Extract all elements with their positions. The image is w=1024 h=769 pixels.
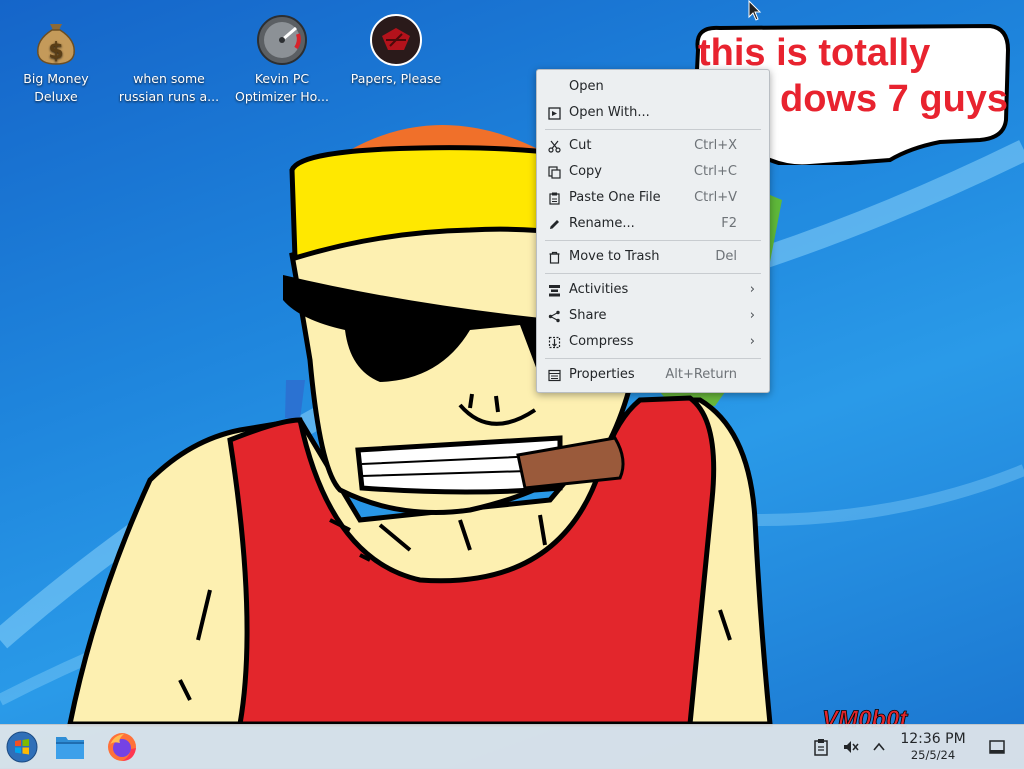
folder-icon[interactable] — [54, 731, 86, 763]
menu-item-cut[interactable]: Cut Ctrl+X — [537, 133, 769, 159]
menu-separator — [545, 273, 761, 274]
menu-item-compress[interactable]: Compress › — [537, 329, 769, 355]
menu-item-share[interactable]: Share › — [537, 303, 769, 329]
clipboard-icon[interactable] — [812, 738, 830, 756]
desktop-icon-label: Papers, Please — [350, 71, 442, 86]
desktop-icon-label: when some russian runs a... — [118, 71, 220, 104]
chevron-right-icon: › — [749, 282, 755, 297]
menu-item-shortcut: F2 — [721, 216, 737, 231]
chevron-right-icon: › — [749, 308, 755, 323]
paste-icon — [549, 192, 560, 205]
menu-item-label: Cut — [569, 138, 592, 153]
pencil-icon — [550, 220, 559, 229]
menu-item-copy[interactable]: Copy Ctrl+C — [537, 159, 769, 185]
menu-item-label: Properties — [569, 367, 635, 382]
desktop-icon-russian-file[interactable]: when some russian runs a... — [114, 6, 224, 106]
blank-file-icon — [143, 14, 195, 66]
scissors-icon — [548, 140, 561, 153]
mouse-cursor-icon — [748, 0, 762, 21]
menu-item-activities[interactable]: Activities › — [537, 277, 769, 303]
open-with-icon — [548, 107, 561, 120]
menu-item-shortcut: Ctrl+C — [693, 164, 737, 179]
menu-separator — [545, 358, 761, 359]
chevron-right-icon: › — [749, 334, 755, 349]
menu-item-label: Activities — [569, 282, 629, 297]
show-desktop-icon[interactable] — [988, 738, 1006, 756]
trash-icon — [549, 251, 560, 264]
papers-please-emblem-icon — [370, 14, 422, 66]
desktop-icon-label: Big Money Deluxe — [23, 71, 89, 104]
desktop-icon-kevin-optimizer[interactable]: Kevin PC Optimizer Ho... — [227, 6, 337, 106]
menu-item-label: Open — [569, 79, 604, 94]
chevron-up-icon[interactable] — [870, 738, 888, 756]
compress-icon — [548, 336, 561, 349]
properties-icon — [548, 369, 561, 382]
menu-item-shortcut: Alt+Return — [665, 367, 737, 382]
menu-separator — [545, 240, 761, 241]
menu-item-label: Open With... — [569, 105, 650, 120]
activities-icon — [549, 285, 560, 297]
menu-item-properties[interactable]: Properties Alt+Return — [537, 362, 769, 388]
menu-item-label: Rename... — [569, 216, 635, 231]
menu-item-open-with[interactable]: Open With... — [537, 100, 769, 126]
menu-item-rename[interactable]: Rename... F2 — [537, 211, 769, 237]
volume-muted-icon[interactable] — [842, 738, 860, 756]
windows-orb-icon[interactable] — [6, 731, 38, 763]
clock-date[interactable]: 25/5/24 — [893, 748, 973, 762]
menu-item-label: Paste One File — [569, 190, 661, 205]
menu-item-label: Move to Trash — [569, 249, 660, 264]
context-menu: Open Open With... Cut Ctrl+X Copy Ctrl+C… — [536, 69, 770, 393]
clock-time[interactable]: 12:36 PM — [893, 731, 973, 747]
menu-item-label: Compress — [569, 334, 634, 349]
menu-item-paste[interactable]: Paste One File Ctrl+V — [537, 185, 769, 211]
taskbar — [0, 724, 1024, 769]
share-icon — [548, 310, 560, 323]
desktop-icon-big-money[interactable]: $ Big Money Deluxe — [1, 6, 111, 106]
menu-item-shortcut: Del — [715, 249, 737, 264]
speedometer-icon — [257, 15, 307, 65]
svg-text:$: $ — [48, 39, 63, 64]
menu-item-move-to-trash[interactable]: Move to Trash Del — [537, 244, 769, 270]
desktop-icon-papers-please[interactable]: Papers, Please — [341, 6, 451, 88]
copy-icon — [548, 166, 561, 179]
menu-item-open[interactable]: Open — [537, 74, 769, 100]
firefox-icon[interactable] — [106, 731, 138, 763]
desktop-icon-label: Kevin PC Optimizer Ho... — [235, 71, 329, 104]
menu-item-shortcut: Ctrl+V — [694, 190, 737, 205]
menu-item-label: Share — [569, 308, 607, 323]
money-bag-icon: $ — [37, 24, 75, 65]
menu-item-label: Copy — [569, 164, 602, 179]
menu-item-shortcut: Ctrl+X — [694, 138, 737, 153]
menu-separator — [545, 129, 761, 130]
